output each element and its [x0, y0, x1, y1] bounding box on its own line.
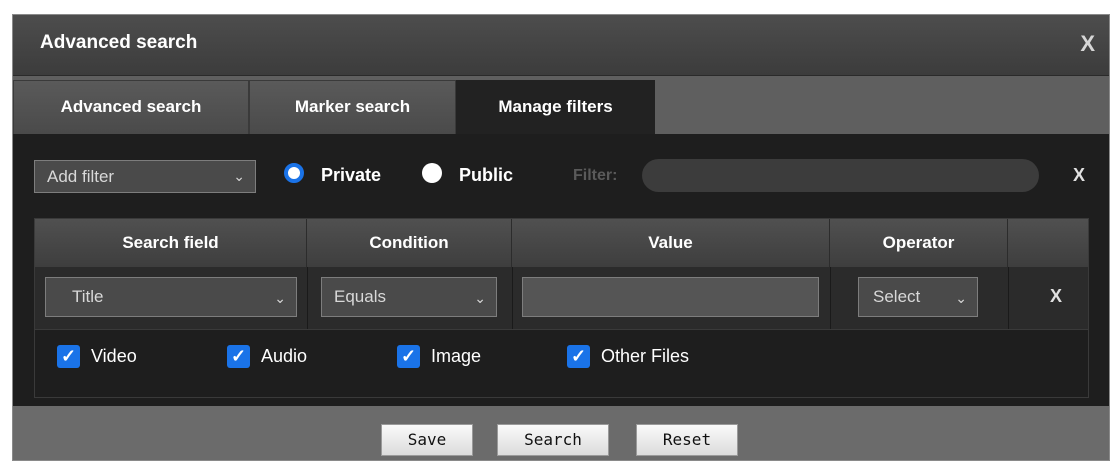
tab-advanced-search[interactable]: Advanced search: [13, 80, 249, 134]
search-criteria-table: Search field Condition Value Operator Ti…: [34, 218, 1089, 398]
audio-label: Audio: [261, 346, 308, 366]
condition-select[interactable]: Equals ⌄: [321, 277, 497, 317]
filter-input[interactable]: [642, 159, 1039, 192]
search-field-value: Title: [72, 287, 104, 306]
tab-marker-search[interactable]: Marker search: [249, 80, 456, 134]
search-field-select[interactable]: Title ⌄: [45, 277, 297, 317]
private-radio[interactable]: [284, 163, 304, 183]
public-radio-label: Public: [459, 165, 514, 185]
remove-row-icon[interactable]: X: [1050, 286, 1062, 307]
table-row: Title ⌄ Equals ⌄ Select ⌄ X: [35, 267, 1088, 330]
dialog-titlebar: Advanced search X: [13, 15, 1109, 76]
video-label: Video: [91, 346, 137, 366]
add-filter-select[interactable]: Add filter ⌄: [34, 160, 256, 193]
column-divider: [830, 267, 831, 329]
dialog-title: Advanced search: [40, 32, 198, 53]
header-search-field: Search field: [35, 219, 307, 267]
other-files-label: Other Files: [601, 346, 690, 366]
reset-button[interactable]: Reset: [636, 424, 738, 456]
condition-value: Equals: [334, 287, 386, 306]
close-icon[interactable]: X: [1080, 31, 1095, 57]
header-condition: Condition: [307, 219, 512, 267]
chevron-down-icon: ⌄: [474, 290, 486, 306]
image-checkbox[interactable]: ✓: [397, 345, 420, 368]
advanced-search-dialog: Advanced search X Advanced search Marker…: [12, 14, 1110, 461]
manage-filters-panel: Add filter ⌄ Private Public Filter: X Se…: [13, 134, 1109, 406]
other-files-checkbox[interactable]: ✓: [567, 345, 590, 368]
filter-label: Filter:: [573, 167, 618, 184]
header-operator: Operator: [830, 219, 1008, 267]
header-actions: [1008, 219, 1088, 267]
column-divider: [307, 267, 308, 329]
audio-checkbox[interactable]: ✓: [227, 345, 250, 368]
save-button[interactable]: Save: [381, 424, 473, 456]
tab-bar: Advanced search Marker search Manage fil…: [13, 76, 1109, 134]
add-filter-value: Add filter: [47, 167, 115, 186]
video-checkbox[interactable]: ✓: [57, 345, 80, 368]
operator-value: Select: [873, 287, 921, 306]
public-radio[interactable]: [422, 163, 442, 183]
header-value: Value: [512, 219, 830, 267]
clear-filter-icon[interactable]: X: [1073, 165, 1085, 186]
operator-select[interactable]: Select ⌄: [858, 277, 978, 317]
column-divider: [1008, 267, 1009, 329]
chevron-down-icon: ⌄: [233, 168, 245, 184]
chevron-down-icon: ⌄: [274, 290, 286, 306]
private-radio-label: Private: [321, 165, 382, 185]
column-divider: [512, 267, 513, 329]
value-input[interactable]: [522, 277, 819, 317]
image-label: Image: [431, 346, 482, 366]
tab-manage-filters[interactable]: Manage filters: [456, 80, 655, 134]
chevron-down-icon: ⌄: [955, 290, 967, 306]
search-button[interactable]: Search: [497, 424, 609, 456]
